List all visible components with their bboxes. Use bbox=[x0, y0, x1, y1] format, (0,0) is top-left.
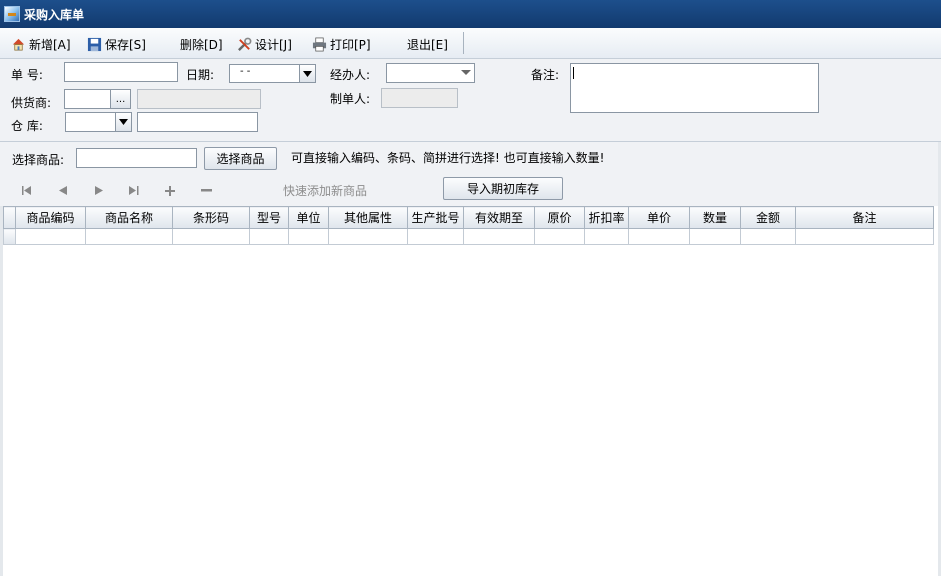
left-border bbox=[0, 206, 3, 576]
save-label: 保存[S] bbox=[105, 38, 146, 52]
table-row[interactable] bbox=[3, 228, 934, 245]
app-icon bbox=[4, 6, 20, 22]
text-cursor bbox=[573, 67, 574, 79]
order-header-form: 单 号: 日期: - - 经办人: 备注: 供货商: ... 制单人: 仓 库: bbox=[0, 59, 941, 142]
remove-record-icon[interactable] bbox=[201, 189, 212, 192]
save-button[interactable]: 保存[S] bbox=[87, 36, 146, 53]
grid-cell[interactable] bbox=[172, 228, 250, 245]
last-record-icon[interactable] bbox=[129, 186, 139, 195]
chevron-down-icon bbox=[461, 70, 471, 75]
grid-cell[interactable] bbox=[740, 228, 796, 245]
select-product-input[interactable] bbox=[76, 148, 197, 168]
printer-icon bbox=[312, 37, 327, 52]
warehouse-combo[interactable] bbox=[65, 112, 132, 132]
column-header[interactable]: 生产批号 bbox=[407, 206, 464, 229]
grid-cell[interactable] bbox=[407, 228, 464, 245]
grid-cell[interactable] bbox=[584, 228, 629, 245]
warehouse-name-input[interactable] bbox=[137, 112, 258, 132]
design-label: 设计[J] bbox=[255, 38, 292, 52]
column-header[interactable]: 数量 bbox=[689, 206, 741, 229]
supplier-label: 供货商: bbox=[11, 96, 52, 110]
grid-cell[interactable] bbox=[628, 228, 690, 245]
home-icon bbox=[12, 38, 25, 51]
column-header[interactable]: 单位 bbox=[288, 206, 329, 229]
date-value: - - bbox=[240, 66, 251, 77]
grid-cell[interactable] bbox=[288, 228, 329, 245]
print-label: 打印[P] bbox=[330, 38, 371, 52]
floppy-disk-icon bbox=[87, 37, 102, 52]
warehouse-dropdown-button[interactable] bbox=[115, 113, 131, 131]
supplier-name-field bbox=[137, 89, 261, 109]
column-header[interactable]: 商品名称 bbox=[85, 206, 173, 229]
handler-combo[interactable] bbox=[386, 63, 475, 83]
product-grid[interactable]: 商品编码 商品名称 条形码 型号 单位 其他属性 生产批号 有效期至 原价 折扣… bbox=[3, 206, 934, 245]
grid-header-row: 商品编码 商品名称 条形码 型号 单位 其他属性 生产批号 有效期至 原价 折扣… bbox=[3, 206, 934, 229]
add-record-icon[interactable] bbox=[165, 186, 175, 196]
grid-row-indicator-header bbox=[3, 206, 16, 229]
grid-cell[interactable] bbox=[795, 228, 934, 245]
column-header[interactable]: 商品编码 bbox=[15, 206, 86, 229]
tools-icon bbox=[238, 37, 252, 51]
remark-label: 备注: bbox=[531, 68, 560, 82]
date-dropdown-button[interactable] bbox=[299, 65, 315, 82]
column-header[interactable]: 其他属性 bbox=[328, 206, 408, 229]
column-header[interactable]: 折扣率 bbox=[584, 206, 629, 229]
column-header[interactable]: 型号 bbox=[249, 206, 289, 229]
grid-cell[interactable] bbox=[463, 228, 535, 245]
column-header[interactable]: 备注 bbox=[795, 206, 934, 229]
exit-button[interactable]: 退出[E] bbox=[407, 36, 448, 53]
grid-cell[interactable] bbox=[534, 228, 585, 245]
import-opening-stock-button[interactable]: 导入期初库存 bbox=[443, 177, 563, 200]
column-header[interactable]: 有效期至 bbox=[463, 206, 535, 229]
supplier-browse-button[interactable]: ... bbox=[110, 90, 130, 108]
supplier-code-input[interactable]: ... bbox=[64, 89, 131, 109]
next-record-icon[interactable] bbox=[95, 186, 103, 195]
chevron-down-icon bbox=[303, 70, 312, 77]
creator-field bbox=[381, 88, 458, 108]
select-product-label: 选择商品: bbox=[12, 153, 65, 167]
column-header[interactable]: 原价 bbox=[534, 206, 585, 229]
creator-label: 制单人: bbox=[330, 92, 371, 106]
grid-cell[interactable] bbox=[15, 228, 86, 245]
row-indicator[interactable] bbox=[3, 228, 16, 245]
handler-label: 经办人: bbox=[330, 68, 371, 82]
new-button[interactable]: 新增[A] bbox=[11, 36, 71, 53]
chevron-down-icon bbox=[119, 119, 128, 125]
column-header[interactable]: 条形码 bbox=[172, 206, 250, 229]
date-label: 日期: bbox=[186, 68, 215, 82]
window-title: 采购入库单 bbox=[24, 7, 85, 22]
delete-button[interactable]: 删除[D] bbox=[180, 36, 223, 53]
window-titlebar: 采购入库单 bbox=[0, 0, 941, 28]
toolbar-separator bbox=[463, 32, 464, 54]
previous-record-icon[interactable] bbox=[59, 186, 67, 195]
print-button[interactable]: 打印[P] bbox=[312, 36, 371, 53]
order-no-input[interactable] bbox=[64, 62, 178, 82]
quick-add-link[interactable]: 快速添加新商品 bbox=[283, 182, 367, 199]
exit-label: 退出[E] bbox=[407, 38, 448, 52]
delete-label: 删除[D] bbox=[180, 38, 223, 52]
grid-cell[interactable] bbox=[249, 228, 289, 245]
grid-cell[interactable] bbox=[689, 228, 741, 245]
grid-cell[interactable] bbox=[85, 228, 173, 245]
first-record-icon[interactable] bbox=[22, 186, 32, 195]
select-hint-text: 可直接输入编码、条码、简拼进行选择! 也可直接输入数量! bbox=[291, 151, 605, 165]
date-picker[interactable]: - - bbox=[229, 64, 316, 83]
column-header[interactable]: 金额 bbox=[740, 206, 796, 229]
order-no-label: 单 号: bbox=[11, 68, 43, 82]
column-header[interactable]: 单价 bbox=[628, 206, 690, 229]
grid-cell[interactable] bbox=[328, 228, 408, 245]
toolbar: 新增[A] 保存[S] 删除[D] 设计[J] 打印[P] 退出[E] bbox=[0, 28, 941, 59]
warehouse-label: 仓 库: bbox=[11, 119, 43, 133]
remark-textarea[interactable] bbox=[570, 63, 819, 113]
new-label: 新增[A] bbox=[29, 38, 71, 52]
design-button[interactable]: 设计[J] bbox=[237, 36, 292, 53]
product-select-area: 选择商品: 选择商品 可直接输入编码、条码、简拼进行选择! 也可直接输入数量! … bbox=[0, 142, 941, 206]
select-product-button[interactable]: 选择商品 bbox=[204, 147, 277, 170]
